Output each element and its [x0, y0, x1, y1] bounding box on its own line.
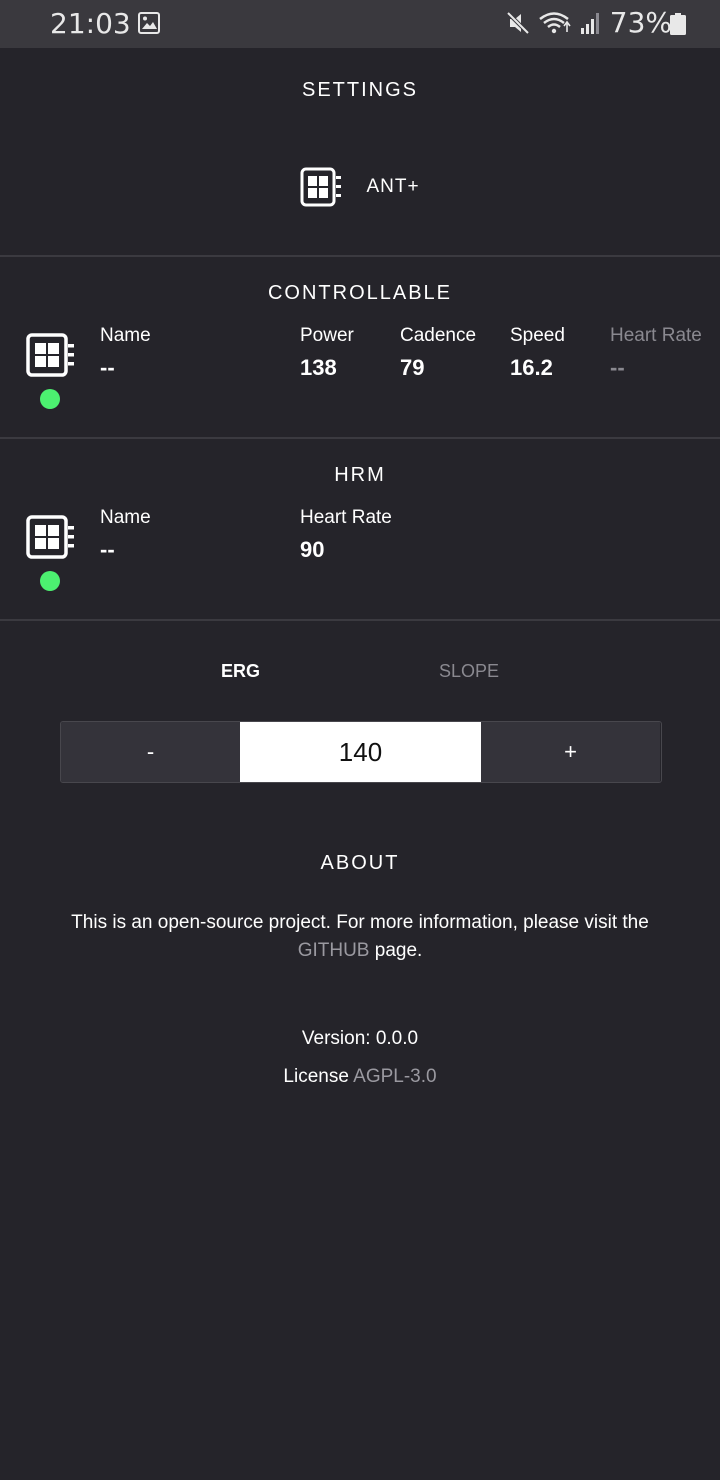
hrm-section: HRM Name -- Heart Rate 90 [0, 439, 720, 619]
speed-metric: Speed 16.2 [510, 325, 565, 381]
controllable-status-dot [40, 389, 60, 409]
image-icon [138, 12, 160, 34]
hrm-heart-rate: Heart Rate 90 [300, 507, 392, 563]
name-label: Name [100, 507, 151, 528]
controllable-name: Name -- [100, 325, 151, 381]
ant-plus-label: ANT+ [366, 176, 420, 197]
speed-value: 16.2 [510, 355, 553, 380]
battery-icon [670, 13, 686, 35]
name-value: -- [100, 537, 115, 562]
controllable-title: CONTROLLABLE [267, 282, 453, 304]
settings-title: SETTINGS [301, 79, 418, 101]
hrm-title: HRM [334, 464, 386, 486]
controllable-section: CONTROLLABLE Name -- Power 138 Cadence 7… [0, 257, 720, 437]
status-icons: 73% [506, 6, 672, 39]
tab-erg[interactable]: ERG [221, 661, 260, 682]
heart-rate-label: Heart Rate [300, 507, 392, 528]
heart-rate-value: 90 [300, 537, 325, 562]
increment-button[interactable]: + [481, 722, 660, 782]
target-value[interactable]: 140 [240, 722, 481, 782]
power-metric: Power 138 [300, 325, 354, 381]
heart-rate-label: Heart Rate [610, 325, 702, 346]
heart-rate-value: -- [610, 355, 625, 380]
license-row: License AGPL-3.0 [40, 1063, 680, 1091]
license-link[interactable]: AGPL-3.0 [353, 1066, 436, 1087]
tab-slope[interactable]: SLOPE [439, 661, 499, 682]
speed-label: Speed [510, 325, 565, 346]
ant-chip-icon [300, 167, 342, 207]
hrm-device-icon[interactable] [26, 515, 74, 559]
heart-rate-metric: Heart Rate -- [610, 325, 702, 381]
version-text: Version: 0.0.0 [301, 1028, 419, 1049]
name-label: Name [100, 325, 151, 346]
cadence-metric: Cadence 79 [400, 325, 476, 381]
settings-section: SETTINGS ANT+ [0, 48, 720, 255]
about-description: This is an open-source project. For more… [40, 909, 680, 965]
about-title: ABOUT [320, 852, 400, 874]
github-link[interactable]: GITHUB [298, 940, 370, 961]
license-label: License [283, 1066, 349, 1087]
hrm-name: Name -- [100, 507, 151, 563]
cadence-value: 79 [400, 355, 425, 380]
name-value: -- [100, 355, 115, 380]
hrm-status-dot [40, 571, 60, 591]
status-time: 21:03 [50, 7, 131, 40]
ant-plus-button[interactable]: ANT+ [0, 165, 720, 209]
mute-icon [506, 11, 530, 34]
battery-percent: 73% [609, 6, 672, 39]
signal-icon [580, 12, 599, 34]
cadence-label: Cadence [400, 325, 477, 346]
power-value: 138 [300, 355, 337, 380]
target-stepper: - 140 + [60, 721, 662, 783]
about-text-before: This is an open-source project. For more… [71, 912, 649, 933]
decrement-button[interactable]: - [61, 722, 240, 782]
control-section: ERG SLOPE - 140 + ABOUT This is an open-… [0, 621, 720, 1478]
about-text-after: page. [374, 940, 423, 961]
controllable-device-icon[interactable] [26, 333, 74, 377]
power-label: Power [300, 325, 354, 346]
wifi-icon [538, 11, 571, 33]
status-bar: 21:03 73% [0, 0, 720, 48]
